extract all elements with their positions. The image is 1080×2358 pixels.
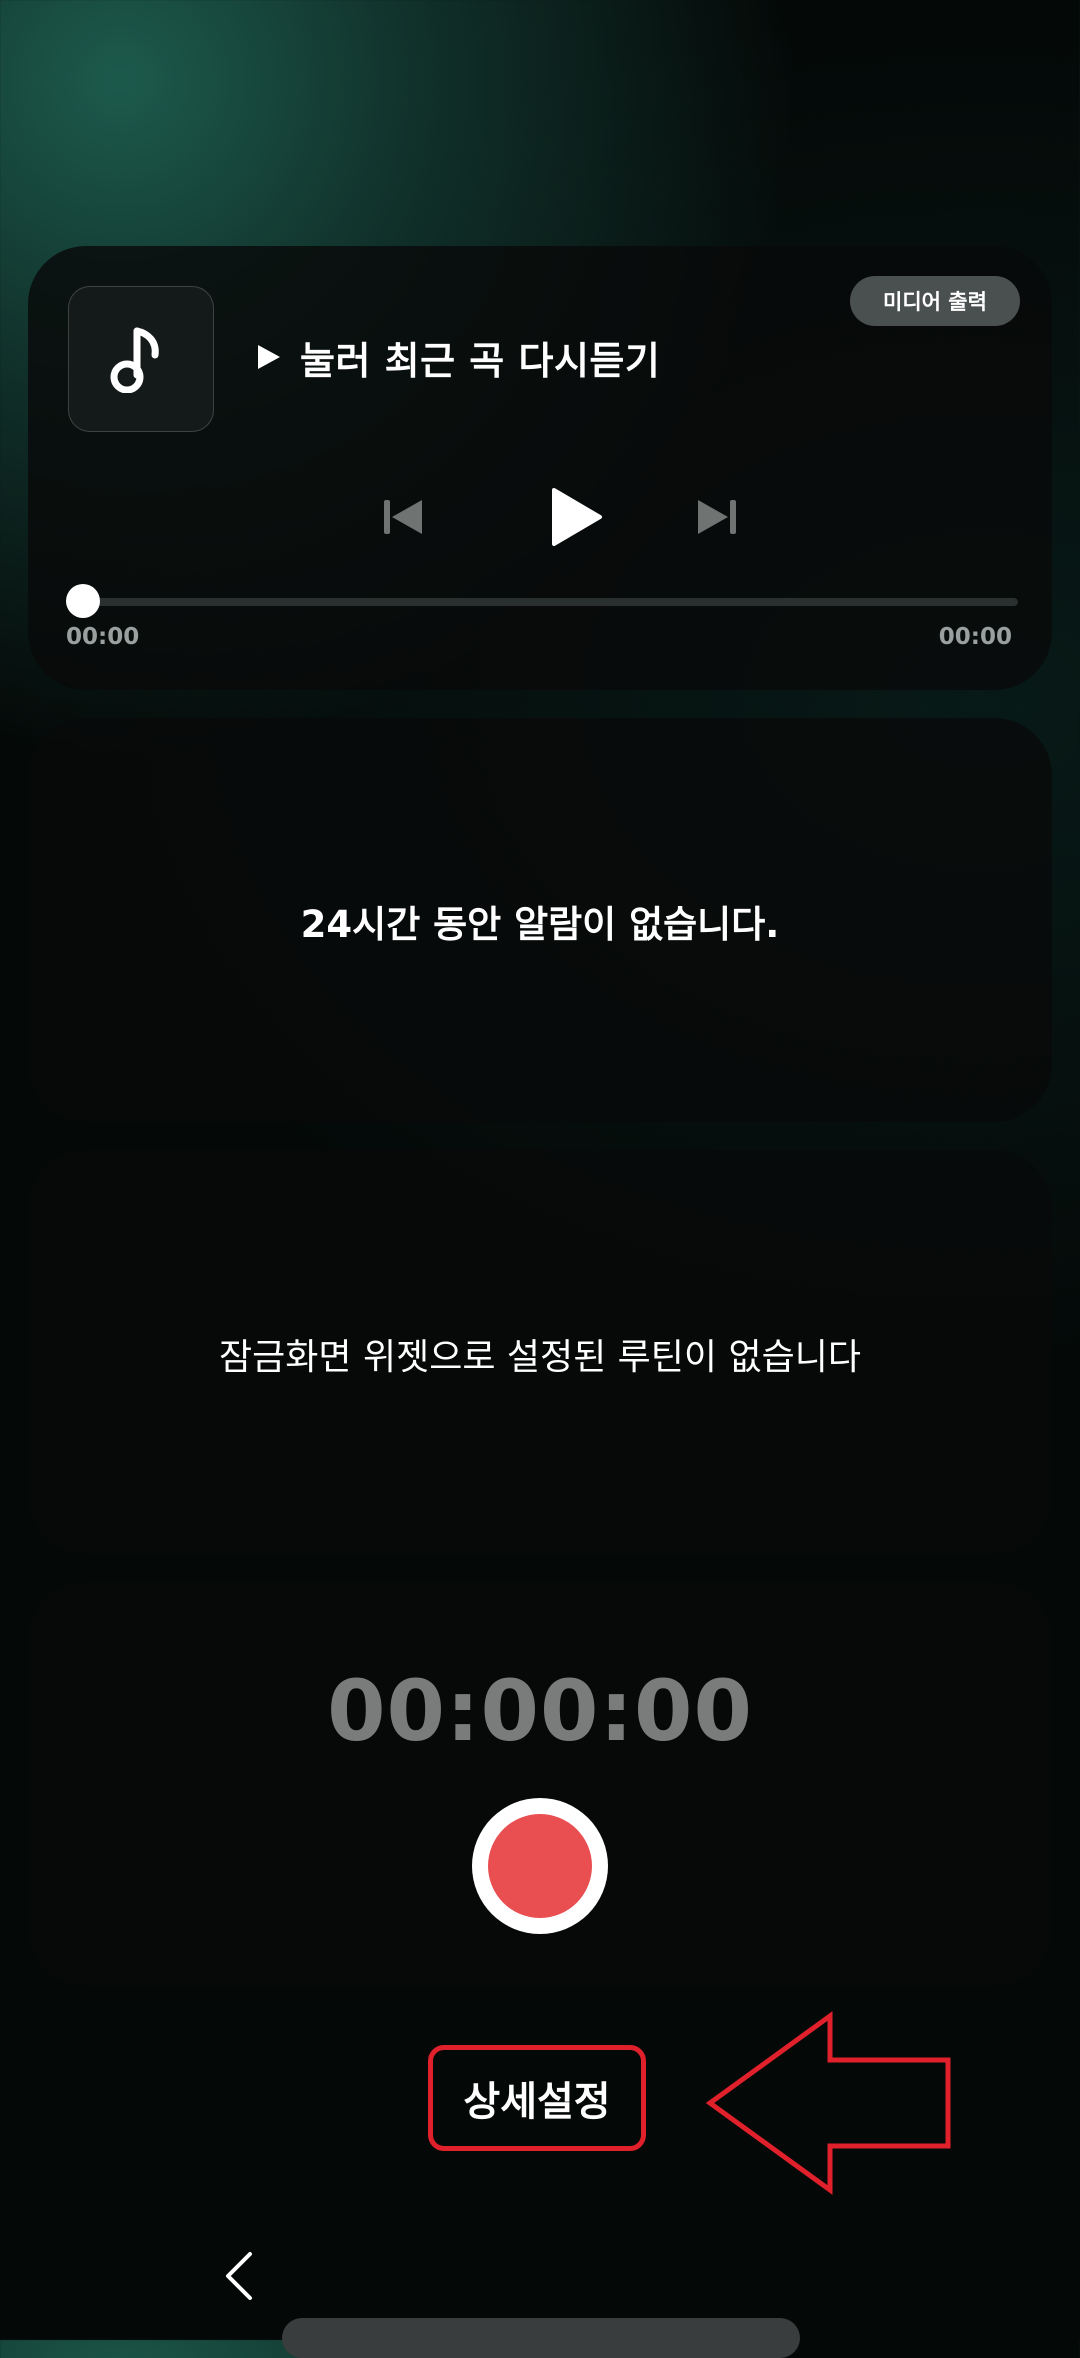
play-icon[interactable] [538,482,608,552]
annotation-arrow-icon [705,2011,951,2195]
elapsed-time: 00:00 [66,624,140,650]
routine-card[interactable]: 잠금화면 위젯으로 설정된 루틴이 없습니다 [28,1150,1052,1554]
alarm-card[interactable]: 24시간 동안 알람이 없습니다. [28,718,1052,1122]
record-dot-icon [488,1814,592,1918]
progress-bar[interactable] [66,598,1018,606]
detailed-settings-button[interactable]: 상세설정 [428,2045,646,2151]
alarm-empty-message: 24시간 동안 알람이 없습니다. [300,903,780,946]
routine-empty-message: 잠금화면 위젯으로 설정된 루틴이 없습니다 [219,1337,861,1378]
media-player-card[interactable]: 눌러 최근 곡 다시듣기 미디어 출력 00:00 00:00 [28,246,1052,690]
total-time: 00:00 [938,624,1012,650]
record-button[interactable] [472,1798,608,1934]
play-icon [258,345,280,369]
track-title-row[interactable]: 눌러 최근 곡 다시듣기 [254,332,661,383]
music-note-icon [110,327,159,393]
progress-thumb[interactable] [66,584,100,618]
media-output-button[interactable]: 미디어 출력 [850,276,1020,326]
skip-next-icon[interactable] [692,492,742,542]
back-chevron-icon[interactable] [220,2250,260,2302]
track-title: 눌러 최근 곡 다시듣기 [300,338,661,383]
recording-timer: 00:00:00 [327,1662,753,1760]
album-art[interactable] [68,286,214,432]
skip-previous-icon[interactable] [378,492,428,542]
home-gesture-bar[interactable] [282,2318,800,2358]
voice-recorder-card[interactable]: 00:00:00 [28,1582,1052,1986]
